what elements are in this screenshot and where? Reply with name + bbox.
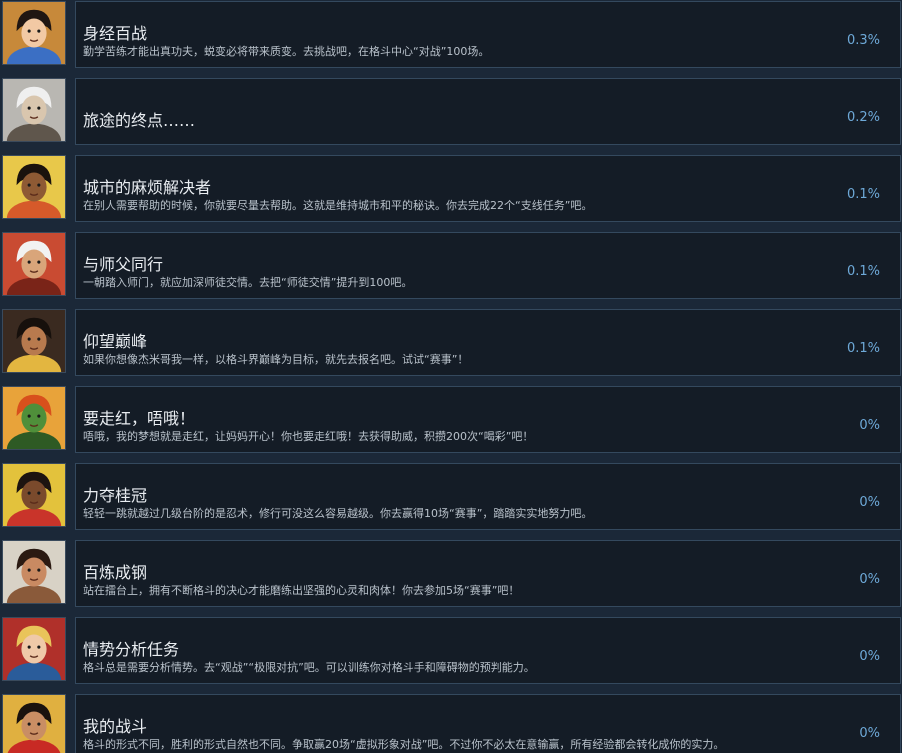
achievement-title: 仰望巅峰 <box>83 332 148 351</box>
achievement-card: 仰望巅峰 如果你想像杰米哥我一样，以格斗界巅峰为目标，就先去报名吧。试试“赛事”… <box>75 309 901 376</box>
achievement-card: 力夺桂冠 轻轻一跳就越过几级台阶的是忍术，修行可没这么容易越级。你去赢得10场“… <box>75 463 901 530</box>
achievement-card: 旅途的终点…… 0.2% <box>75 78 901 145</box>
achievement-title: 身经百战 <box>83 24 148 43</box>
achievement-card: 身经百战 勤学苦练才能出真功夫，蜕变必将带来质变。去挑战吧，在格斗中心“对战”1… <box>75 1 901 68</box>
achievement-description: 格斗总是需要分析情势。去“观战”“极限对抗”吧。可以训练你对格斗手和障碍物的预判… <box>83 661 535 674</box>
achievement-card: 与师父同行 一朝踏入师门，就应加深师徒交情。去把“师徒交情”提升到100吧。 0… <box>75 232 901 299</box>
achievement-card: 情势分析任务 格斗总是需要分析情势。去“观战”“极限对抗”吧。可以训练你对格斗手… <box>75 617 901 684</box>
portrait-art <box>3 2 65 64</box>
portrait-art <box>3 695 65 753</box>
achievement-list: 身经百战 勤学苦练才能出真功夫，蜕变必将带来质变。去挑战吧，在格斗中心“对战”1… <box>0 0 902 753</box>
portrait-art <box>3 541 65 603</box>
achievement-row[interactable]: 情势分析任务 格斗总是需要分析情势。去“观战”“极限对抗”吧。可以训练你对格斗手… <box>0 617 902 686</box>
unlock-percentage: 0% <box>859 418 880 433</box>
unlock-percentage: 0.1% <box>846 341 880 356</box>
unlock-percentage: 0.3% <box>846 33 880 48</box>
achievement-row[interactable]: 百炼成钢 站在擂台上，拥有不断格斗的决心才能磨练出坚强的心灵和肉体！你去参加5场… <box>0 540 902 609</box>
achievement-title: 情势分析任务 <box>83 640 180 659</box>
achievement-row[interactable]: 与师父同行 一朝踏入师门，就应加深师徒交情。去把“师徒交情”提升到100吧。 0… <box>0 232 902 301</box>
portrait-oro-icon <box>2 78 66 142</box>
achievement-card: 百炼成钢 站在擂台上，拥有不断格斗的决心才能磨练出坚强的心灵和肉体！你去参加5场… <box>75 540 901 607</box>
achievement-row[interactable]: 要走红，唔哦！ 唔哦，我的梦想就是走红，让妈妈开心！你也要走红哦！去获得助威，积… <box>0 386 902 455</box>
portrait-cammy-icon <box>2 617 66 681</box>
portrait-jamie-icon <box>2 309 66 373</box>
achievement-title: 城市的麻烦解决者 <box>83 178 212 197</box>
portrait-art <box>3 310 65 372</box>
achievement-description: 在别人需要帮助的时候，你就要尽量去帮助。这就是维持城市和平的秘诀。你去完成22个… <box>83 199 593 212</box>
achievement-description: 如果你想像杰米哥我一样，以格斗界巅峰为目标，就先去报名吧。试试“赛事”！ <box>83 353 469 366</box>
portrait-art <box>3 79 65 141</box>
achievement-description: 唔哦，我的梦想就是走红，让妈妈开心！你也要走红哦！去获得助威，积攒200次“喝彩… <box>83 430 534 443</box>
achievement-title: 我的战斗 <box>83 717 148 736</box>
achievement-title: 旅途的终点…… <box>83 111 196 130</box>
achievement-row[interactable]: 力夺桂冠 轻轻一跳就越过几级台阶的是忍术，修行可没这么容易越级。你去赢得10场“… <box>0 463 902 532</box>
portrait-blanka-icon <box>2 386 66 450</box>
unlock-percentage: 0.1% <box>846 187 880 202</box>
achievement-row[interactable]: 身经百战 勤学苦练才能出真功夫，蜕变必将带来质变。去挑战吧，在格斗中心“对战”1… <box>0 1 902 70</box>
achievement-description: 一朝踏入师门，就应加深师徒交情。去把“师徒交情”提升到100吧。 <box>83 276 413 289</box>
portrait-art <box>3 464 65 526</box>
portrait-art <box>3 233 65 295</box>
unlock-percentage: 0% <box>859 726 880 741</box>
portrait-ryu-icon <box>2 694 66 753</box>
achievement-row[interactable]: 城市的麻烦解决者 在别人需要帮助的时候，你就要尽量去帮助。这就是维持城市和平的秘… <box>0 155 902 224</box>
portrait-marisa-icon <box>2 540 66 604</box>
portrait-art <box>3 156 65 218</box>
achievement-description: 勤学苦练才能出真功夫，蜕变必将带来质变。去挑战吧，在格斗中心“对战”100场。 <box>83 45 490 58</box>
achievement-card: 我的战斗 格斗的形式不同，胜利的形式自然也不同。争取赢20场“虚拟形象对战”吧。… <box>75 694 901 753</box>
achievement-title: 与师父同行 <box>83 255 164 274</box>
achievement-row[interactable]: 旅途的终点…… 0.2% <box>0 78 902 147</box>
achievement-card: 城市的麻烦解决者 在别人需要帮助的时候，你就要尽量去帮助。这就是维持城市和平的秘… <box>75 155 901 222</box>
achievement-card: 要走红，唔哦！ 唔哦，我的梦想就是走红，让妈妈开心！你也要走红哦！去获得助威，积… <box>75 386 901 453</box>
portrait-art <box>3 387 65 449</box>
unlock-percentage: 0% <box>859 649 880 664</box>
achievement-title: 力夺桂冠 <box>83 486 148 505</box>
unlock-percentage: 0.1% <box>846 264 880 279</box>
achievement-title: 要走红，唔哦！ <box>83 409 196 428</box>
unlock-percentage: 0.2% <box>846 110 880 125</box>
portrait-art <box>3 618 65 680</box>
achievement-description: 轻轻一跳就越过几级台阶的是忍术，修行可没这么容易越级。你去赢得10场“赛事”，踏… <box>83 507 593 520</box>
portrait-chunli-icon <box>2 1 66 65</box>
portrait-kimberly-icon <box>2 463 66 527</box>
unlock-percentage: 0% <box>859 572 880 587</box>
achievement-title: 百炼成钢 <box>83 563 148 582</box>
portrait-zangief-icon <box>2 232 66 296</box>
unlock-percentage: 0% <box>859 495 880 510</box>
achievement-description: 格斗的形式不同，胜利的形式自然也不同。争取赢20场“虚拟形象对战”吧。不过你不必… <box>83 738 725 751</box>
achievement-row[interactable]: 我的战斗 格斗的形式不同，胜利的形式自然也不同。争取赢20场“虚拟形象对战”吧。… <box>0 694 902 753</box>
achievement-description: 站在擂台上，拥有不断格斗的决心才能磨练出坚强的心灵和肉体！你去参加5场“赛事”吧… <box>83 584 520 597</box>
portrait-dhalsim-icon <box>2 155 66 219</box>
achievement-row[interactable]: 仰望巅峰 如果你想像杰米哥我一样，以格斗界巅峰为目标，就先去报名吧。试试“赛事”… <box>0 309 902 378</box>
